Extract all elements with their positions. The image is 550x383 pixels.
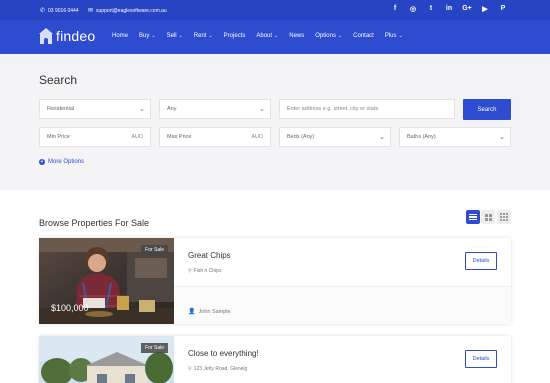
envelope-icon: ✉	[88, 8, 94, 14]
instagram-icon[interactable]: ◎	[404, 5, 422, 13]
nav-item-contact[interactable]: Contact	[353, 33, 374, 39]
property-card[interactable]: For Sale Close to everything! ⚲ 123 Jett…	[39, 336, 511, 383]
list-view-icon	[469, 213, 477, 221]
property-address: ⚲ 123 Jetty Road, Glenelg	[188, 366, 248, 372]
logo-text: findeo	[56, 28, 96, 44]
min-price-input[interactable]: Min Price AUD	[39, 127, 151, 147]
currency-unit: AUD	[131, 134, 143, 140]
map-pin-icon: ⚲	[188, 268, 192, 274]
linkedin-icon[interactable]: in	[440, 5, 458, 13]
google-plus-icon[interactable]: G+	[458, 5, 476, 13]
plus-circle-icon: +	[39, 159, 45, 165]
property-title[interactable]: Close to everything!	[188, 349, 259, 358]
property-address: ⚲ Fish n Chips	[188, 268, 222, 274]
main-menu: Home Buy ⌄ Sell ⌄ Rent ⌄ Projects About ⌄ Ne…	[112, 33, 414, 39]
chevron-down-icon: ⌄	[259, 106, 265, 113]
max-price-input[interactable]: Max Price AUD	[159, 127, 271, 147]
any-select[interactable]: Any ⌄	[159, 99, 271, 119]
phone-icon: ✆	[40, 8, 46, 14]
facebook-icon[interactable]: f	[386, 5, 404, 13]
property-type-select[interactable]: Residential ⌄	[39, 99, 151, 119]
map-pin-icon: ⚲	[188, 366, 192, 372]
youtube-icon[interactable]: ▶	[476, 5, 494, 13]
more-options-link[interactable]: + More Options	[39, 159, 84, 165]
nav-item-buy[interactable]: Buy ⌄	[139, 33, 156, 39]
nav-item-projects[interactable]: Projects	[224, 33, 246, 39]
chevron-down-icon: ⌄	[337, 33, 343, 39]
grid-three-view-icon	[500, 213, 508, 221]
social-links: f ◎ t in G+ ▶ P	[386, 5, 512, 13]
email-contact[interactable]: ✉ support@eaglesoftware.com.au	[88, 7, 167, 15]
chevron-down-icon: ⌄	[178, 33, 183, 39]
chevron-down-icon: ⌄	[398, 33, 403, 39]
search-title: Search	[39, 73, 78, 87]
house-logo-icon	[39, 28, 53, 44]
currency-unit: AUD	[251, 134, 263, 140]
grid-view-toggle[interactable]	[481, 210, 495, 224]
baths-select[interactable]: Baths (Any) ⌄	[399, 127, 511, 147]
top-bar: ✆ 03 9016 0444 ✉ support@eaglesoftware.c…	[0, 0, 550, 20]
details-button[interactable]: Details	[465, 350, 497, 368]
property-price: $100,000	[51, 303, 89, 313]
for-sale-badge: For Sale	[141, 343, 168, 353]
chevron-down-icon: ⌄	[151, 33, 156, 39]
pinterest-icon[interactable]: P	[494, 5, 512, 13]
for-sale-badge: For Sale	[141, 245, 168, 255]
email-address: support@eaglesoftware.com.au	[96, 7, 167, 14]
grid3-view-toggle[interactable]	[497, 210, 511, 224]
nav-item-rent[interactable]: Rent ⌄	[194, 33, 213, 39]
property-photo[interactable]: For Sale	[39, 336, 174, 383]
search-button[interactable]: Search	[463, 99, 511, 120]
property-card[interactable]: For Sale $100,000 Great Chips ⚲ Fish n C…	[39, 238, 511, 324]
chevron-down-icon: ⌄	[274, 33, 279, 39]
chevron-down-icon: ⌄	[499, 134, 505, 141]
user-icon: 👤	[188, 309, 196, 315]
nav-item-home[interactable]: Home	[112, 33, 128, 39]
list-view-toggle[interactable]	[466, 210, 480, 224]
site-logo[interactable]: findeo	[39, 28, 95, 44]
nav-item-options[interactable]: Options ⌄	[315, 33, 342, 39]
agent-name: 👤 John Sample	[188, 308, 231, 316]
beds-select[interactable]: Beds (Any) ⌄	[279, 127, 391, 147]
search-section: Search Residential ⌄ Any ⌄ Enter address…	[0, 54, 550, 190]
phone-contact[interactable]: ✆ 03 9016 0444	[40, 7, 79, 15]
property-photo[interactable]: For Sale $100,000	[39, 238, 174, 324]
details-button[interactable]: Details	[465, 252, 497, 270]
nav-item-plus[interactable]: Plus ⌄	[385, 33, 403, 39]
nav-item-sell[interactable]: Sell ⌄	[167, 33, 183, 39]
card-footer	[174, 286, 511, 324]
chevron-down-icon: ⌄	[208, 33, 213, 39]
address-search-input[interactable]: Enter address e.g. street, city or state	[279, 99, 455, 119]
chevron-down-icon: ⌄	[139, 106, 145, 113]
browse-title: Browse Properties For Sale	[39, 218, 150, 228]
twitter-icon[interactable]: t	[422, 5, 440, 13]
property-title[interactable]: Great Chips	[188, 251, 231, 260]
main-navbar: findeo Home Buy ⌄ Sell ⌄ Rent ⌄ Projects Ab…	[0, 20, 550, 54]
phone-number: 03 9016 0444	[48, 7, 79, 14]
grid-view-icon	[484, 213, 492, 221]
chevron-down-icon: ⌄	[379, 134, 385, 141]
nav-item-about[interactable]: About ⌄	[256, 33, 278, 39]
nav-item-news[interactable]: News	[289, 33, 304, 39]
